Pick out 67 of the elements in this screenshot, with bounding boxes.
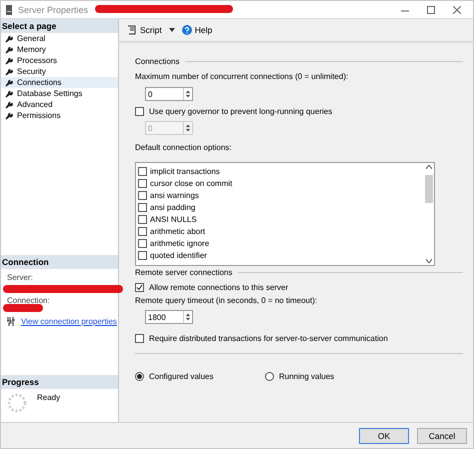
maximize-icon[interactable] — [427, 6, 435, 14]
section-header: Progress — [1, 375, 118, 389]
spinner-arrows-icon[interactable] — [183, 88, 192, 100]
checkbox[interactable] — [138, 166, 147, 176]
server-icon — [6, 4, 12, 14]
checkbox[interactable] — [138, 214, 147, 224]
redaction-mark — [3, 303, 43, 313]
field-label: Remote query timeout (in seconds, 0 = no timeout): — [135, 296, 318, 305]
section-header: Select a page — [1, 19, 118, 33]
server-label: Server: — [6, 273, 34, 282]
group-title: Connections — [135, 57, 180, 66]
checkbox[interactable] — [138, 238, 147, 248]
spinner-icon — [7, 393, 27, 413]
group-title: Remote server connections — [135, 268, 232, 277]
sidebar-item[interactable]: Advanced — [1, 99, 118, 110]
script-button[interactable]: Script — [125, 25, 164, 35]
sidebar-item[interactable]: Processors — [1, 55, 118, 66]
caret-icon[interactable] — [168, 28, 175, 32]
option-label: arithmetic abort — [150, 226, 206, 236]
checkbox-label: Use query governor to prevent long-running queries — [149, 107, 332, 116]
help-button[interactable]: Help — [180, 25, 214, 35]
option-label: quoted identifier — [150, 250, 207, 260]
checkbox[interactable] — [138, 190, 147, 200]
spinner-arrows-icon[interactable] — [183, 311, 192, 323]
scroll-up-icon[interactable] — [426, 165, 432, 169]
help-icon — [182, 25, 192, 35]
sidebar-item[interactable]: Permissions — [1, 110, 118, 121]
window-title: Server Properties — [18, 4, 88, 14]
radio-button[interactable] — [135, 372, 144, 381]
checkbox-label: Allow remote connections to this server — [149, 283, 288, 292]
field-label: Default connection options: — [135, 143, 233, 152]
progress-status: Ready — [37, 393, 60, 402]
checkbox[interactable] — [138, 250, 147, 260]
section-header: Connection — [1, 255, 118, 269]
field-label: Maximum number of concurrent connections (0 = unlimited): — [135, 72, 350, 81]
close-icon[interactable] — [453, 6, 461, 14]
sidebar-item[interactable]: Security — [1, 66, 118, 77]
checkbox[interactable] — [135, 334, 144, 343]
connection-label: Connection: — [6, 296, 51, 305]
checkbox[interactable] — [138, 178, 147, 188]
option-label: ansi padding — [150, 202, 196, 212]
option-label: arithmetic ignore — [150, 238, 210, 248]
number-field[interactable]: 0 — [145, 87, 193, 101]
dialog-button[interactable]: Cancel — [417, 428, 467, 444]
checkbox[interactable] — [138, 202, 147, 212]
option-label: cursor close on commit — [150, 178, 232, 188]
checkbox[interactable] — [135, 283, 144, 292]
option-label: implicit transactions — [150, 166, 220, 176]
number-field[interactable]: 1800 — [145, 310, 193, 324]
sidebar-item[interactable]: Memory — [1, 44, 118, 55]
checkbox-label: Require distributed transactions for server-to-server communication — [149, 334, 388, 343]
sidebar-item[interactable]: General — [1, 33, 118, 44]
connection-properties-link[interactable]: View connection properties — [21, 317, 117, 326]
sidebar-item[interactable]: Connections — [1, 77, 118, 88]
option-label: ansi warnings — [150, 190, 199, 200]
checkbox[interactable] — [138, 226, 147, 236]
sidebar-item[interactable]: Database Settings — [1, 88, 118, 99]
dialog-button[interactable]: OK — [359, 428, 409, 444]
option-label: ANSI NULLS — [150, 214, 197, 224]
radio-button[interactable] — [265, 372, 274, 381]
radio-label: Running values — [279, 372, 334, 381]
plug-icon — [7, 317, 16, 326]
radio-label: Configured values — [149, 372, 214, 381]
script-icon — [127, 25, 137, 35]
scrollbar-thumb[interactable] — [424, 175, 432, 203]
scroll-down-icon[interactable] — [426, 259, 432, 263]
checkbox[interactable] — [135, 107, 144, 116]
